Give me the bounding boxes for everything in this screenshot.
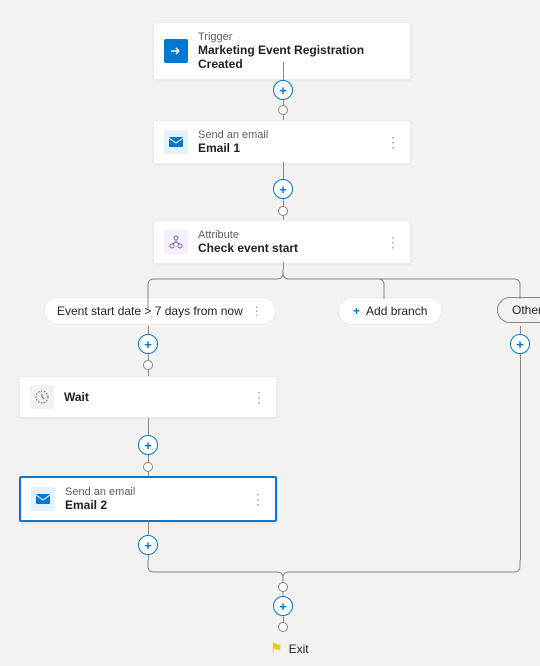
- email1-title: Email 1: [198, 141, 268, 155]
- add-step-button[interactable]: +: [273, 596, 293, 616]
- other-branch-pill[interactable]: Other: [497, 297, 540, 323]
- attribute-title: Check event start: [198, 241, 298, 255]
- email1-card[interactable]: Send an email Email 1 ⋮: [153, 120, 411, 164]
- branch-merge: [0, 560, 540, 596]
- add-step-button[interactable]: +: [138, 435, 158, 455]
- attribute-text: Attribute Check event start: [198, 229, 298, 255]
- connector: [283, 262, 284, 269]
- more-icon[interactable]: ⋮: [386, 134, 400, 151]
- email2-label: Send an email: [65, 486, 135, 498]
- connector: [520, 326, 521, 560]
- email-icon: [164, 130, 188, 154]
- exit-label: ⚑ Exit: [270, 640, 309, 657]
- add-step-button[interactable]: +: [273, 80, 293, 100]
- email1-text: Send an email Email 1: [198, 129, 268, 155]
- branch-condition-text: Event start date > 7 days from now: [57, 304, 243, 318]
- node-dot: [278, 582, 288, 592]
- other-branch-label: Other: [512, 303, 540, 317]
- flag-icon: ⚑: [270, 640, 283, 657]
- attribute-card[interactable]: Attribute Check event start ⋮: [153, 220, 411, 264]
- node-dot: [278, 622, 288, 632]
- node-dot: [143, 360, 153, 370]
- add-branch-label: Add branch: [366, 304, 427, 318]
- add-step-button[interactable]: +: [138, 535, 158, 555]
- wait-card[interactable]: Wait ⋮: [19, 376, 277, 418]
- wait-title: Wait: [64, 390, 89, 404]
- more-icon[interactable]: ⋮: [251, 491, 265, 508]
- more-icon[interactable]: ⋮: [251, 304, 263, 318]
- add-step-button[interactable]: +: [138, 334, 158, 354]
- trigger-text: Trigger Marketing Event Registration Cre…: [198, 31, 400, 71]
- email1-label: Send an email: [198, 129, 268, 141]
- node-dot: [278, 105, 288, 115]
- more-icon[interactable]: ⋮: [252, 389, 266, 406]
- email2-card[interactable]: Send an email Email 2 ⋮: [19, 476, 277, 522]
- attribute-icon: [164, 230, 188, 254]
- more-icon[interactable]: ⋮: [386, 234, 400, 251]
- wait-icon: [30, 385, 54, 409]
- wait-text: Wait: [64, 390, 89, 404]
- node-dot: [143, 462, 153, 472]
- node-dot: [278, 206, 288, 216]
- add-step-button[interactable]: +: [273, 179, 293, 199]
- trigger-card[interactable]: Trigger Marketing Event Registration Cre…: [153, 22, 411, 80]
- email2-text: Send an email Email 2: [65, 486, 135, 512]
- email2-title: Email 2: [65, 498, 135, 512]
- add-step-button[interactable]: +: [510, 334, 530, 354]
- trigger-icon: [164, 39, 188, 63]
- trigger-title: Marketing Event Registration Created: [198, 43, 400, 71]
- branch-condition-pill[interactable]: Event start date > 7 days from now ⋮: [44, 297, 276, 325]
- attribute-label: Attribute: [198, 229, 298, 241]
- email-icon: [31, 487, 55, 511]
- trigger-label: Trigger: [198, 31, 400, 43]
- plus-icon: +: [353, 304, 360, 318]
- exit-text: Exit: [289, 642, 309, 656]
- add-branch-button[interactable]: + Add branch: [338, 297, 442, 325]
